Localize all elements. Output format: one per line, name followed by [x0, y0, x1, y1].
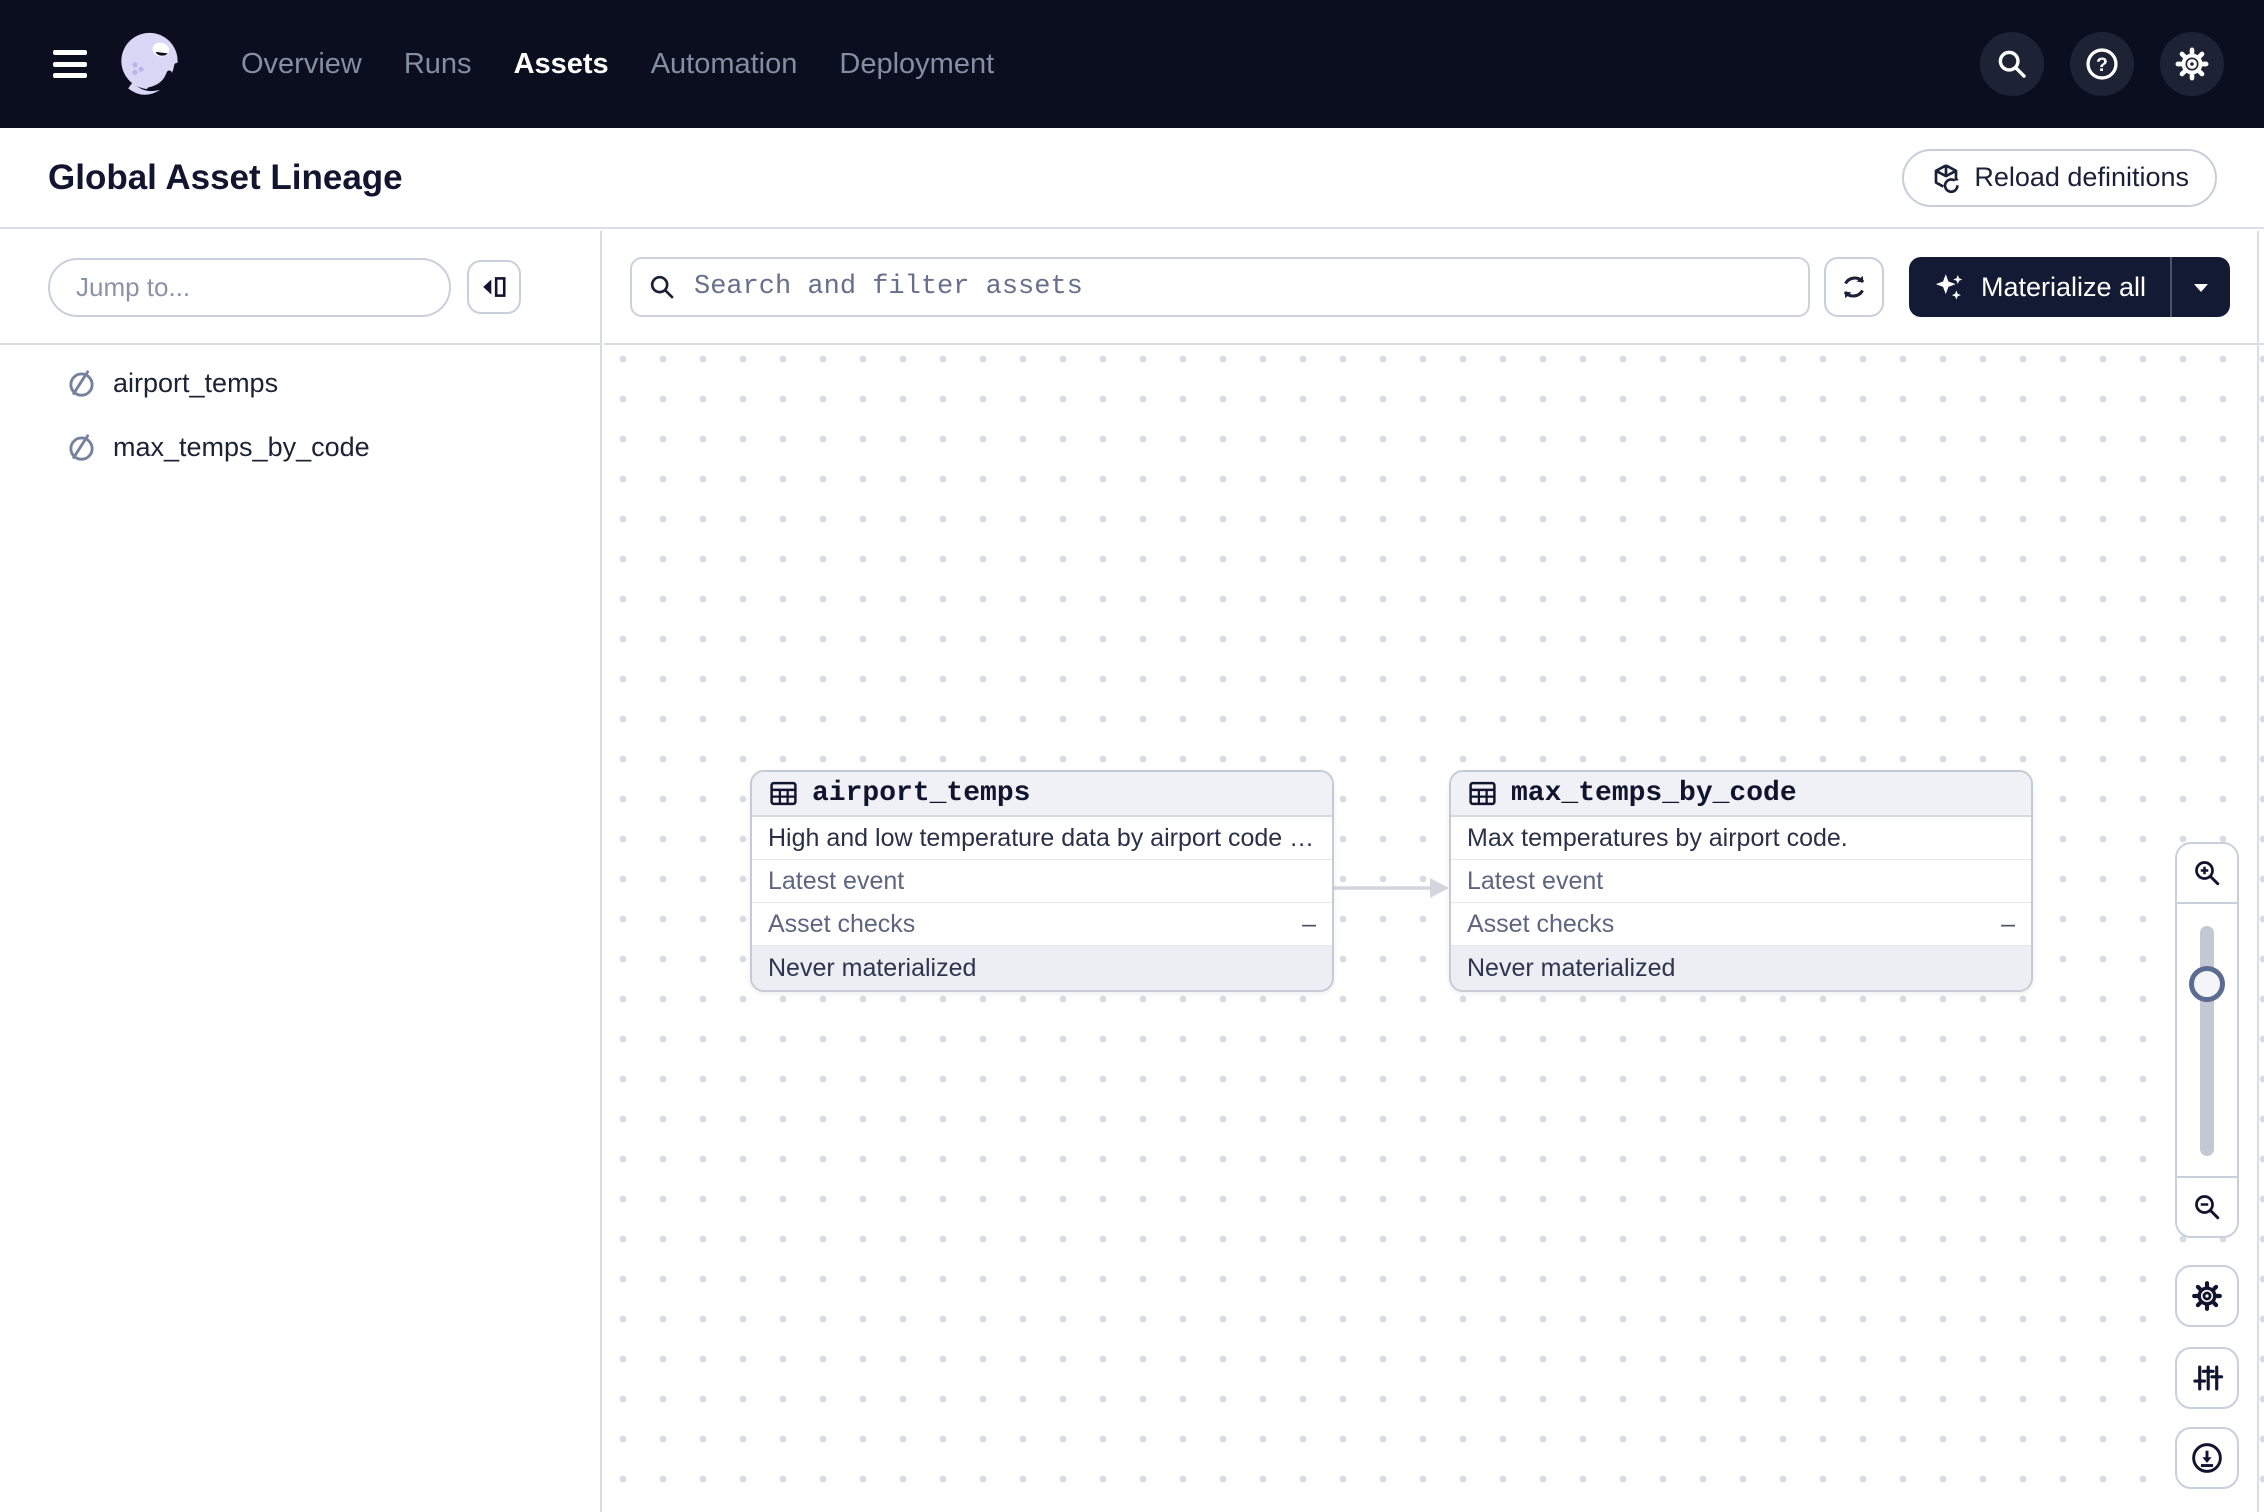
- asset-node-title: max_temps_by_code: [1511, 778, 1797, 809]
- never-materialized-icon: [66, 432, 97, 463]
- asset-description: Max temperatures by airport code.: [1467, 817, 1848, 860]
- page-header: Global Asset Lineage Reload definitions: [0, 128, 2264, 229]
- asset-description: High and low temperature data by airport…: [768, 817, 1316, 860]
- download-image-button[interactable]: [2175, 1427, 2239, 1489]
- latest-event-row: Latest event: [752, 860, 1332, 903]
- dagster-app: Overview Runs Assets Automation Deployme…: [0, 0, 2264, 1512]
- primary-nav: Overview Runs Assets Automation Deployme…: [241, 48, 994, 81]
- help-button[interactable]: ?: [2070, 32, 2134, 96]
- sparkles-icon: [1933, 270, 1967, 304]
- menu-icon[interactable]: [53, 50, 87, 78]
- lineage-edge-arrow: [1332, 871, 1452, 905]
- zoom-slider-track[interactable]: [2200, 926, 2214, 1156]
- materialize-options-button[interactable]: [2172, 257, 2230, 317]
- gear-icon: [2190, 1279, 2224, 1313]
- asset-checks-label: Asset checks: [1467, 910, 1614, 939]
- nav-overview[interactable]: Overview: [241, 48, 362, 81]
- materialization-status: Never materialized: [1451, 946, 2031, 990]
- search-icon: [1995, 47, 2029, 81]
- gear-icon: [2174, 46, 2210, 82]
- materialization-status-label: Never materialized: [768, 954, 976, 983]
- asset-list: airport_temps max_temps_by_code: [0, 345, 600, 479]
- materialization-status: Never materialized: [752, 946, 1332, 990]
- reload-definitions-button[interactable]: Reload definitions: [1902, 149, 2217, 207]
- asset-description-row: High and low temperature data by airport…: [752, 817, 1332, 860]
- top-nav: Overview Runs Assets Automation Deployme…: [0, 0, 2264, 128]
- latest-event-label: Latest event: [768, 867, 904, 896]
- materialization-status-label: Never materialized: [1467, 954, 1675, 983]
- filters-icon: [2190, 1361, 2224, 1395]
- never-materialized-icon: [66, 368, 97, 399]
- dagster-logo-icon[interactable]: [113, 26, 189, 102]
- graph-filters-button[interactable]: [2175, 1347, 2239, 1409]
- refresh-button[interactable]: [1824, 257, 1884, 317]
- latest-event-row: Latest event: [1451, 860, 2031, 903]
- table-icon: [1467, 778, 1498, 809]
- collapse-panel-button[interactable]: [467, 260, 521, 314]
- refresh-icon: [1838, 271, 1870, 303]
- svg-text:?: ?: [2096, 54, 2108, 76]
- download-icon: [2190, 1441, 2224, 1475]
- zoom-out-button[interactable]: [2177, 1176, 2237, 1236]
- materialize-all-label: Materialize all: [1981, 272, 2146, 303]
- asset-sidebar: airport_temps max_temps_by_code: [0, 231, 602, 1512]
- search-and-filter-input[interactable]: [630, 257, 1810, 317]
- asset-list-item-airport-temps[interactable]: airport_temps: [0, 351, 600, 415]
- help-icon: ?: [2084, 46, 2120, 82]
- asset-name: max_temps_by_code: [113, 432, 370, 463]
- nav-utilities: ?: [1980, 32, 2224, 96]
- graph-settings-button[interactable]: [2175, 1265, 2239, 1327]
- asset-node-header: max_temps_by_code: [1451, 772, 2031, 817]
- zoom-slider-handle[interactable]: [2189, 966, 2225, 1002]
- lineage-canvas[interactable]: airport_temps High and low temperature d…: [604, 345, 2264, 1512]
- settings-button[interactable]: [2160, 32, 2224, 96]
- zoom-in-icon: [2192, 858, 2222, 888]
- search-button[interactable]: [1980, 32, 2044, 96]
- nav-runs[interactable]: Runs: [404, 48, 472, 81]
- collapse-panel-icon: [480, 273, 508, 301]
- zoom-slider-area: [2177, 904, 2237, 1176]
- latest-event-label: Latest event: [1467, 867, 1603, 896]
- nav-assets[interactable]: Assets: [514, 48, 609, 81]
- asset-checks-row: Asset checks –: [752, 903, 1332, 946]
- asset-search: [630, 257, 1810, 317]
- asset-checks-value: –: [1302, 910, 1316, 939]
- zoom-control-panel: [2175, 842, 2239, 1238]
- nav-automation[interactable]: Automation: [651, 48, 798, 81]
- asset-node-airport-temps[interactable]: airport_temps High and low temperature d…: [750, 770, 1334, 992]
- canvas-right-border: [2257, 231, 2259, 1512]
- asset-checks-label: Asset checks: [768, 910, 915, 939]
- asset-node-header: airport_temps: [752, 772, 1332, 817]
- materialize-all-split-button: Materialize all: [1909, 257, 2230, 317]
- search-icon: [648, 273, 676, 301]
- chevron-down-icon: [2191, 280, 2211, 294]
- reload-definitions-label: Reload definitions: [1974, 162, 2189, 193]
- table-icon: [768, 778, 799, 809]
- jump-to-input[interactable]: [48, 258, 451, 317]
- materialize-all-button[interactable]: Materialize all: [1909, 257, 2170, 317]
- asset-description-row: Max temperatures by airport code.: [1451, 817, 2031, 860]
- asset-node-title: airport_temps: [812, 778, 1030, 809]
- jump-to-row: [0, 231, 600, 345]
- reload-cube-icon: [1930, 162, 1962, 194]
- asset-name: airport_temps: [113, 368, 278, 399]
- lineage-toolbar: Materialize all: [604, 231, 2264, 345]
- page-title: Global Asset Lineage: [48, 158, 403, 198]
- nav-deployment[interactable]: Deployment: [839, 48, 994, 81]
- asset-list-item-max-temps-by-code[interactable]: max_temps_by_code: [0, 415, 600, 479]
- asset-checks-value: –: [2001, 910, 2015, 939]
- asset-checks-row: Asset checks –: [1451, 903, 2031, 946]
- zoom-out-icon: [2192, 1192, 2222, 1222]
- asset-node-max-temps-by-code[interactable]: max_temps_by_code Max temperatures by ai…: [1449, 770, 2033, 992]
- zoom-in-button[interactable]: [2177, 844, 2237, 904]
